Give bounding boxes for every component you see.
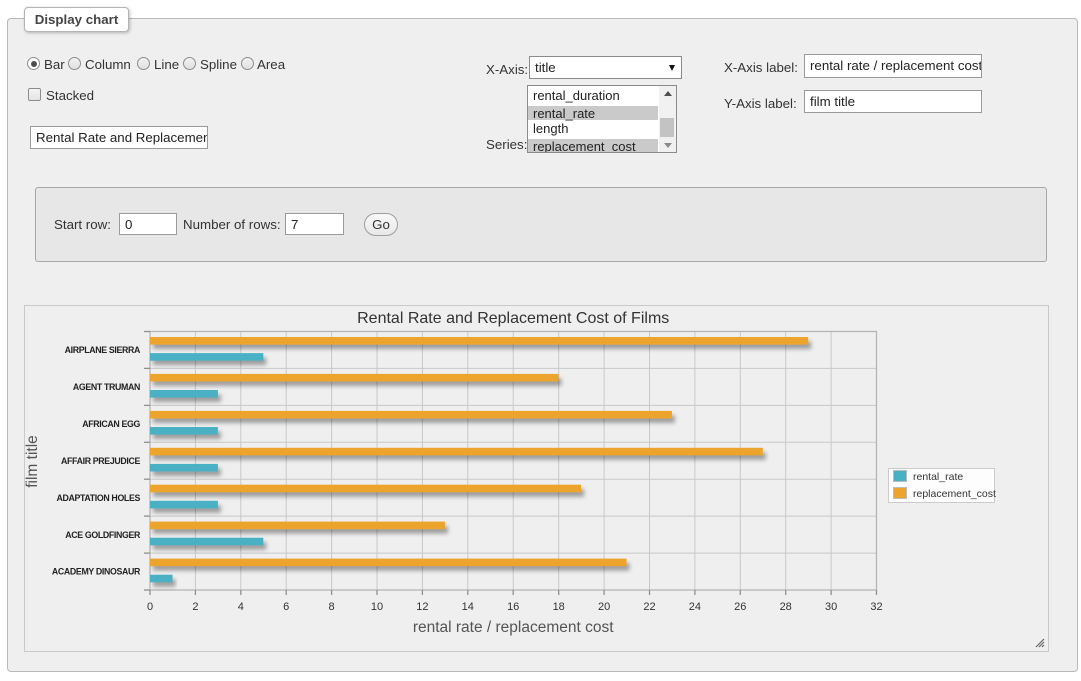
svg-text:rental_rate: rental_rate	[913, 471, 963, 483]
svg-text:AFRICAN EGG: AFRICAN EGG	[82, 419, 140, 429]
svg-text:12: 12	[416, 601, 428, 613]
svg-text:AIRPLANE SIERRA: AIRPLANE SIERRA	[65, 345, 141, 355]
svg-text:16: 16	[507, 601, 519, 613]
svg-text:8: 8	[329, 601, 335, 613]
svg-text:28: 28	[780, 601, 792, 613]
svg-text:replacement_cost: replacement_cost	[913, 488, 996, 500]
svg-text:4: 4	[238, 601, 244, 613]
svg-text:ADAPTATION HOLES: ADAPTATION HOLES	[56, 493, 140, 503]
svg-text:0: 0	[147, 601, 153, 613]
svg-text:26: 26	[734, 601, 746, 613]
svg-text:AGENT TRUMAN: AGENT TRUMAN	[73, 382, 140, 392]
svg-text:18: 18	[553, 601, 565, 613]
svg-text:20: 20	[598, 601, 610, 613]
svg-text:2: 2	[192, 601, 198, 613]
svg-text:AFFAIR PREJUDICE: AFFAIR PREJUDICE	[61, 456, 140, 466]
svg-text:30: 30	[825, 601, 837, 613]
svg-text:6: 6	[283, 601, 289, 613]
svg-text:10: 10	[371, 601, 383, 613]
svg-text:ACE GOLDFINGER: ACE GOLDFINGER	[65, 530, 141, 540]
svg-text:rental rate / replacement cost: rental rate / replacement cost	[413, 619, 614, 636]
svg-text:14: 14	[462, 601, 474, 613]
svg-text:24: 24	[689, 601, 701, 613]
svg-text:film title: film title	[24, 435, 41, 488]
svg-text:ACADEMY DINOSAUR: ACADEMY DINOSAUR	[52, 567, 141, 577]
svg-text:22: 22	[643, 601, 655, 613]
svg-text:32: 32	[870, 601, 882, 613]
svg-text:Rental Rate and Replacement Co: Rental Rate and Replacement Cost of Film…	[357, 310, 669, 327]
